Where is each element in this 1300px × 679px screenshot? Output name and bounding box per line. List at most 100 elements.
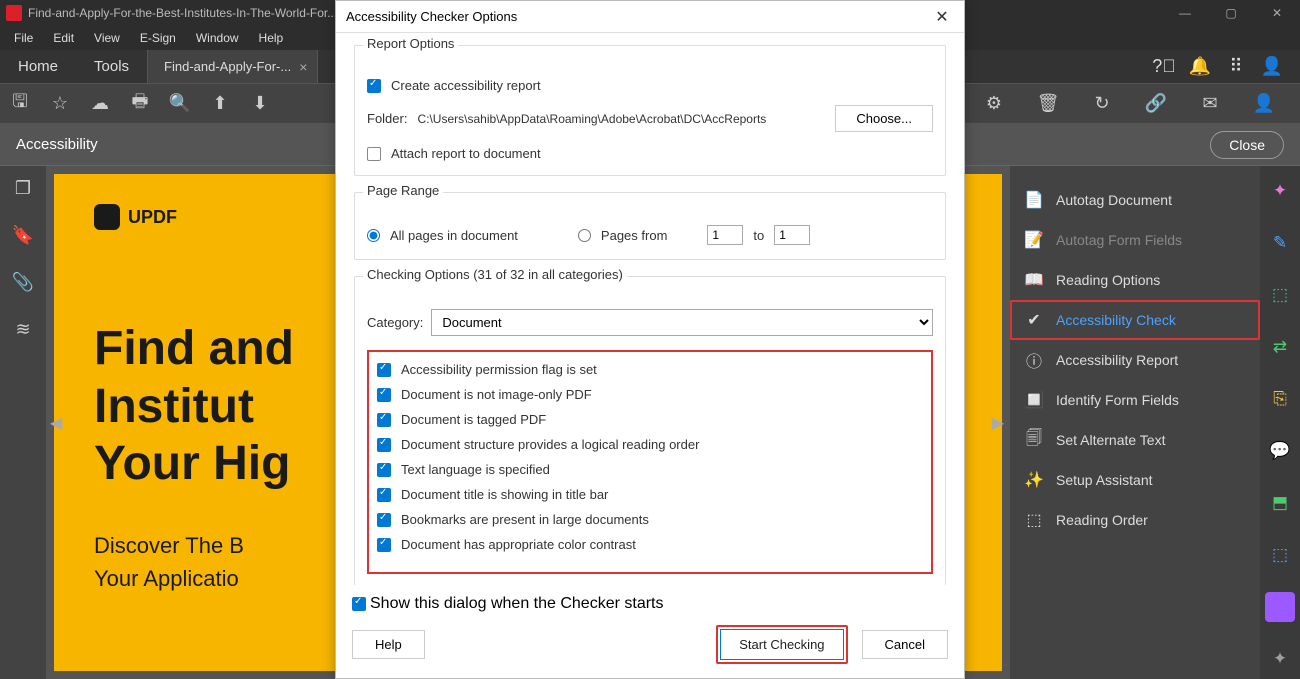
print-icon[interactable]: 🖶 [120, 89, 160, 119]
all-pages-label: All pages in document [390, 228, 518, 243]
user-icon[interactable]: 👤 [1262, 57, 1282, 77]
check-label-5: Document title is showing in title bar [401, 487, 608, 502]
report-legend: Report Options [363, 36, 458, 51]
rail-tool-1[interactable]: ✎ [1265, 228, 1295, 258]
show-dialog-checkbox[interactable] [352, 597, 366, 611]
panel-item-setup-assistant[interactable]: ✨ Setup Assistant [1010, 460, 1260, 500]
check-0[interactable] [377, 363, 391, 377]
layers-panel-icon[interactable]: ≋ [15, 319, 30, 340]
choose-folder-button[interactable]: Choose... [835, 105, 933, 132]
mail-icon[interactable]: ✉ [1190, 93, 1230, 114]
dialog-close-button[interactable]: ✕ [930, 7, 954, 27]
pages-from-label: Pages from [601, 228, 667, 243]
save-icon[interactable]: 🖫 [0, 89, 40, 119]
panel-item-reading-order[interactable]: ⬚Reading Order [1010, 500, 1260, 540]
menu-edit[interactable]: Edit [43, 28, 84, 48]
up-icon[interactable]: ⬆ [200, 93, 240, 114]
attach-report-checkbox[interactable] [367, 147, 381, 161]
menu-file[interactable]: File [4, 28, 43, 48]
check-1[interactable] [377, 388, 391, 402]
panel-item-reading-options[interactable]: 📖Reading Options [1010, 260, 1260, 300]
panel-item-label: Setup Assistant [1056, 472, 1153, 488]
rail-tool-4[interactable]: ⎘ [1265, 384, 1295, 414]
start-checking-button[interactable]: Start Checking [720, 629, 843, 660]
all-pages-radio[interactable] [367, 229, 380, 242]
rail-tool-9[interactable]: ✦ [1265, 644, 1295, 674]
document-tab[interactable]: Find-and-Apply-For-... × [147, 50, 318, 83]
menu-help[interactable]: Help [249, 28, 294, 48]
tool-close-button[interactable]: Close [1210, 131, 1284, 159]
refresh-icon[interactable]: ↻ [1082, 93, 1122, 114]
menu-esign[interactable]: E-Sign [130, 28, 186, 48]
rail-tool-7[interactable]: ⬚ [1265, 540, 1295, 570]
nav-home[interactable]: Home [0, 50, 76, 83]
panel-item-icon: ✨ [1024, 470, 1044, 490]
app-icon [6, 5, 22, 21]
show-dialog-label: Show this dialog when the Checker starts [370, 595, 663, 613]
panel-item-autotag-form-fields[interactable]: 📝Autotag Form Fields [1010, 220, 1260, 260]
menu-view[interactable]: View [84, 28, 130, 48]
zoom-icon[interactable]: 🔍 [160, 93, 200, 114]
rail-tool-3[interactable]: ⇄ [1265, 332, 1295, 362]
cancel-button[interactable]: Cancel [862, 630, 948, 659]
page-next-icon[interactable]: ▶ [992, 413, 1004, 433]
dialog-title: Accessibility Checker Options [346, 9, 517, 24]
tab-close-icon[interactable]: × [299, 59, 307, 75]
rail-tool-2[interactable]: ⬚ [1265, 280, 1295, 310]
accessibility-panel: 📄Autotag Document📝Autotag Form Fields📖Re… [1010, 166, 1260, 679]
check-6[interactable] [377, 513, 391, 527]
cloud-icon[interactable]: ☁ [80, 93, 120, 114]
check-list: Accessibility permission flag is setDocu… [367, 350, 933, 574]
panel-item-label: Accessibility Check [1056, 312, 1176, 328]
page-prev-icon[interactable]: ◀ [50, 413, 62, 433]
panel-item-accessibility-check[interactable]: ✔ Accessibility Check [1010, 300, 1260, 340]
gear-icon[interactable]: ⚙ [974, 93, 1014, 114]
check-5[interactable] [377, 488, 391, 502]
account-icon[interactable]: 👤 [1244, 93, 1284, 114]
link-icon[interactable]: 🔗 [1136, 93, 1176, 114]
down-icon[interactable]: ⬇ [240, 93, 280, 114]
rail-tool-8[interactable]: ◉ [1265, 592, 1295, 622]
panel-item-accessibility-report[interactable]: ⓘAccessibility Report [1010, 340, 1260, 380]
check-3[interactable] [377, 438, 391, 452]
category-select[interactable]: Document [431, 309, 933, 336]
rail-tool-5[interactable]: 💬 [1265, 436, 1295, 466]
panel-item-icon: 📖 [1024, 270, 1044, 290]
attach-report-label: Attach report to document [391, 146, 541, 161]
page-to-input[interactable] [774, 225, 810, 245]
bell-icon[interactable]: 🔔 [1190, 57, 1210, 77]
apps-icon[interactable]: ⠿ [1226, 57, 1246, 77]
panel-item-label: Autotag Form Fields [1056, 232, 1182, 248]
menu-window[interactable]: Window [186, 28, 249, 48]
check-label-7: Document has appropriate color contrast [401, 537, 636, 552]
window-close-button[interactable]: ✕ [1254, 0, 1300, 26]
panel-item-icon: ⬚ [1024, 510, 1044, 530]
attachments-panel-icon[interactable]: 📎 [12, 272, 34, 293]
page-range-legend: Page Range [363, 183, 443, 198]
bookmarks-panel-icon[interactable]: 🔖 [12, 225, 34, 246]
trash-icon[interactable]: 🗑 [1028, 93, 1068, 114]
check-2[interactable] [377, 413, 391, 427]
page-from-input[interactable] [707, 225, 743, 245]
panel-item-autotag-document[interactable]: 📄Autotag Document [1010, 180, 1260, 220]
panel-item-icon: ✔ [1024, 310, 1044, 330]
panel-item-set-alternate-text[interactable]: 🗐Set Alternate Text [1010, 420, 1260, 460]
pages-panel-icon[interactable]: ❐ [15, 178, 31, 199]
nav-tools[interactable]: Tools [76, 50, 147, 83]
brand-label: UPDF [128, 207, 177, 228]
rail-tool-0[interactable]: ✦ [1265, 176, 1295, 206]
minimize-button[interactable]: — [1162, 0, 1208, 26]
pages-from-radio[interactable] [578, 229, 591, 242]
check-4[interactable] [377, 463, 391, 477]
star-icon[interactable]: ☆ [40, 93, 80, 114]
rail-tool-6[interactable]: ⬒ [1265, 488, 1295, 518]
panel-item-identify-form-fields[interactable]: 🔲Identify Form Fields [1010, 380, 1260, 420]
help-button[interactable]: Help [352, 630, 425, 659]
help-icon[interactable]: ?⃝ [1154, 57, 1174, 77]
create-report-checkbox[interactable] [367, 79, 381, 93]
check-label-3: Document structure provides a logical re… [401, 437, 699, 452]
maximize-button[interactable]: ▢ [1208, 0, 1254, 26]
checking-legend: Checking Options (31 of 32 in all catego… [363, 267, 627, 282]
check-7[interactable] [377, 538, 391, 552]
left-rail: ❐ 🔖 📎 ≋ [0, 166, 46, 679]
